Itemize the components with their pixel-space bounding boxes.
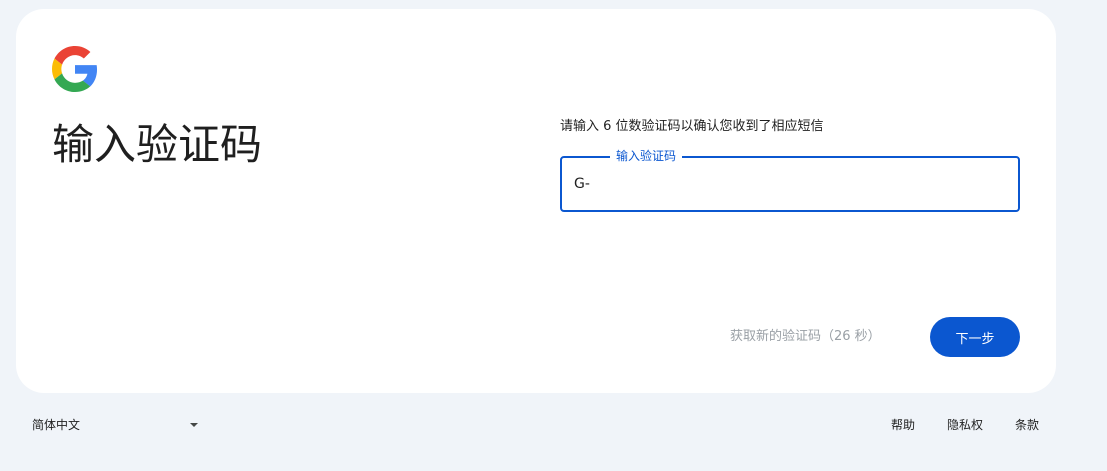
page: 输入验证码 请输入 6 位数验证码以确认您收到了相应短信 输入验证码 获取新的验…	[0, 0, 1107, 471]
page-title: 输入验证码	[52, 120, 263, 169]
instruction-text: 请输入 6 位数验证码以确认您收到了相应短信	[560, 119, 824, 134]
language-select[interactable]: 简体中文	[32, 415, 202, 435]
code-field-label: 输入验证码	[610, 148, 683, 164]
next-button[interactable]: 下一步	[930, 317, 1020, 357]
code-field[interactable]: 输入验证码	[560, 148, 1020, 212]
language-select-label: 简体中文	[32, 418, 81, 432]
privacy-link[interactable]: 隐私权	[947, 417, 983, 433]
caret-down-icon	[190, 423, 198, 427]
help-link[interactable]: 帮助	[891, 417, 915, 433]
code-input[interactable]	[574, 170, 1004, 198]
terms-link[interactable]: 条款	[1015, 417, 1039, 433]
google-logo-icon	[52, 46, 98, 92]
verification-card: 输入验证码 请输入 6 位数验证码以确认您收到了相应短信 输入验证码 获取新的验…	[16, 9, 1056, 393]
resend-code-link: 获取新的验证码（26 秒）	[730, 329, 881, 344]
